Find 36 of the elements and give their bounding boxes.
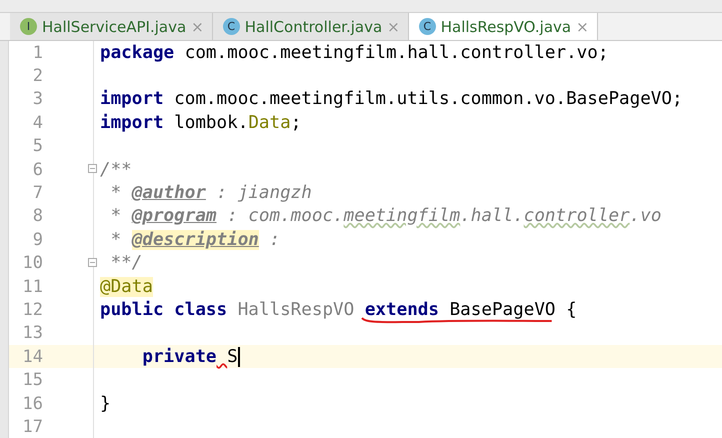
code-line: } <box>100 394 111 414</box>
line-number: 2 <box>32 66 43 86</box>
line-number: 16 <box>22 394 43 414</box>
code-line: package com.mooc.meetingfilm.hall.controller.vo; <box>100 42 608 63</box>
class-icon: C <box>418 18 436 35</box>
line-number: 10 <box>22 253 43 274</box>
line-number: 7 <box>32 183 43 204</box>
code-line: public class HallsRespVO extends BasePageVO { <box>100 300 577 320</box>
line-number: 1 <box>32 42 43 63</box>
line-number: 9 <box>32 230 43 250</box>
line-number: 15 <box>22 370 43 390</box>
line-number: 5 <box>32 136 43 156</box>
class-icon: C <box>222 18 240 35</box>
line-number: 4 <box>32 112 43 133</box>
code-line: * @program : com.mooc.meetingfilm.hall.controller.vo <box>110 206 662 226</box>
interface-icon: I <box>20 18 37 35</box>
line-number: 17 <box>22 416 43 437</box>
line-number: 13 <box>22 323 43 344</box>
line-number: 11 <box>22 276 43 297</box>
code-line: import com.mooc.meetingfilm.utils.common.vo.BasePageVO; <box>100 89 683 110</box>
code-line: **/ <box>110 253 142 274</box>
fold-icon[interactable] <box>88 258 97 267</box>
line-number: 14 <box>22 346 43 367</box>
line-number: 3 <box>32 89 43 110</box>
code-line: /** <box>100 160 132 180</box>
file-tab[interactable]: I HallServiceAPI.java × <box>10 13 213 40</box>
text-cursor <box>238 347 240 368</box>
line-number: 6 <box>32 160 43 180</box>
file-tab[interactable]: C HallsRespVO.java × <box>408 13 598 40</box>
code-line: * @author : jiangzh <box>110 183 312 204</box>
line-number: 8 <box>32 206 43 226</box>
file-tab[interactable]: C HallController.java × <box>212 13 409 40</box>
code-line: private S <box>141 346 238 367</box>
code-line: import lombok.Data; <box>100 112 302 133</box>
fold-icon[interactable] <box>88 164 97 173</box>
line-number: 12 <box>22 300 43 320</box>
